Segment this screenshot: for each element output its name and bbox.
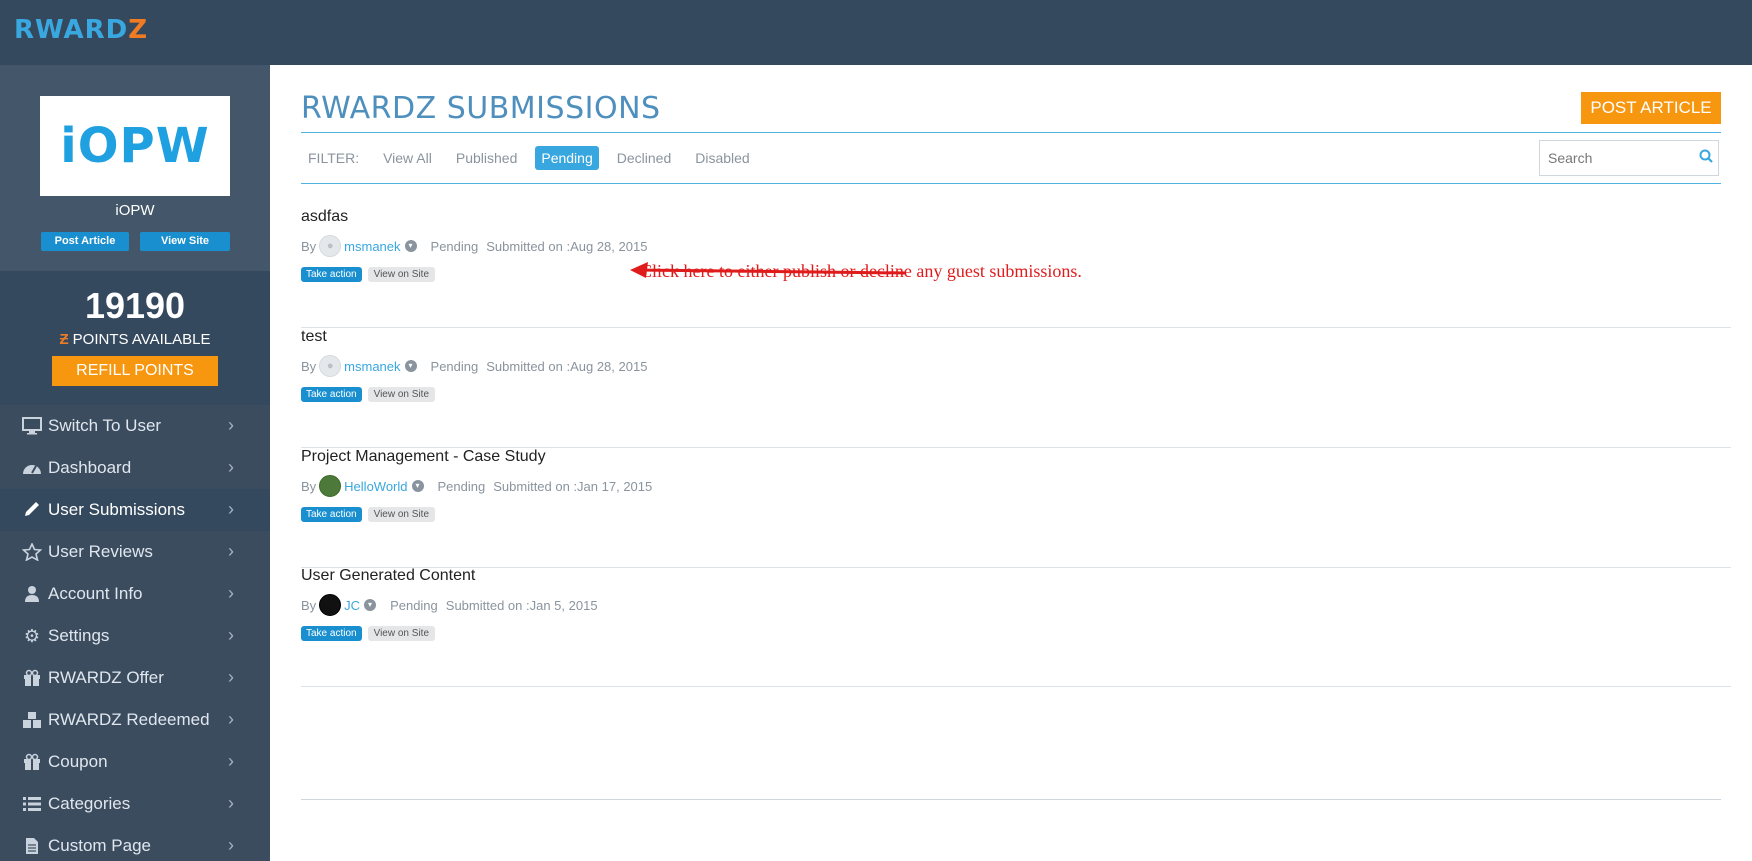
submission-meta: By HelloWorld ▾ Pending Submitted on :Ja…: [301, 475, 652, 497]
chevron-right-icon: ›: [228, 541, 234, 561]
annotation-text: Click here to either publish or decline …: [640, 261, 1082, 281]
submission-meta: By JC ▾ Pending Submitted on :Jan 5, 201…: [301, 594, 598, 616]
top-bar: RWARD Z: [0, 0, 1752, 65]
sidebar-item-label: Switch To User: [48, 416, 162, 435]
pencil-icon: [20, 501, 44, 519]
sidebar-item-categories[interactable]: Categories ›: [0, 783, 270, 825]
refill-points-button[interactable]: REFILL POINTS: [52, 356, 218, 386]
list-icon: [20, 795, 44, 813]
file-icon: [20, 837, 44, 855]
sidebar-item-rwardz-offer[interactable]: RWARDZ Offer ›: [0, 657, 270, 699]
author-link[interactable]: HelloWorld: [344, 479, 407, 494]
sidebar-item-label: RWARDZ Offer: [48, 668, 164, 687]
gear-icon: ⚙: [23, 625, 41, 646]
sidebar-item-label: User Reviews: [48, 542, 153, 561]
brand-name: iOPW: [115, 202, 155, 219]
submission-item: User Generated Content By JC ▾ Pending S…: [301, 567, 1731, 687]
by-label: By: [301, 478, 317, 494]
search-input[interactable]: [1548, 150, 1693, 166]
search-box: [1539, 140, 1719, 176]
view-on-site-button[interactable]: View on Site: [367, 387, 435, 402]
points-panel: 19190 Ƶ POINTS AVAILABLE REFILL POINTS: [0, 271, 270, 405]
submitted-date: Submitted on :Jan 17, 2015: [493, 478, 653, 494]
dashboard-icon: [20, 459, 44, 477]
sidebar-item-custom-page[interactable]: Custom Page ›: [0, 825, 270, 861]
sidebar-item-rwardz-redeemed[interactable]: RWARDZ Redeemed ›: [0, 699, 270, 741]
chevron-right-icon: ›: [228, 415, 234, 435]
points-label-row: Ƶ POINTS AVAILABLE: [0, 331, 270, 348]
user-icon: [20, 585, 44, 603]
gift-icon: [20, 753, 44, 771]
logo-text: RWARD: [14, 15, 129, 45]
sidebar-item-label: Account Info: [48, 584, 143, 603]
chevron-right-icon: ›: [228, 835, 234, 855]
chevron-right-icon: ›: [228, 751, 234, 771]
view-on-site-button[interactable]: View on Site: [367, 626, 435, 641]
by-label: By: [301, 597, 317, 613]
sidebar-item-user-reviews[interactable]: User Reviews ›: [0, 531, 270, 573]
author-link[interactable]: JC: [344, 598, 360, 613]
sidebar-item-coupon[interactable]: Coupon ›: [0, 741, 270, 783]
search-icon[interactable]: [1699, 149, 1713, 166]
profile-panel: iOPW iOPW Post Article View Site: [0, 65, 270, 271]
chevron-right-icon: ›: [228, 793, 234, 813]
chevron-down-icon[interactable]: ▾: [411, 480, 424, 492]
gift-icon: [20, 669, 44, 687]
sidebar-item-label: User Submissions: [48, 500, 185, 519]
chevron-right-icon: ›: [228, 625, 234, 645]
take-action-button[interactable]: Take action: [301, 507, 362, 522]
status-text: Pending: [390, 597, 438, 613]
brand-logo-text: iOPW: [60, 118, 210, 174]
monitor-icon: [20, 417, 44, 435]
chevron-right-icon: ›: [228, 457, 234, 477]
sidebar-item-user-submissions[interactable]: User Submissions ›: [0, 489, 270, 531]
points-value: 19190: [84, 285, 186, 326]
sidebar-item-settings[interactable]: ⚙ Settings ›: [0, 615, 270, 657]
submitted-date: Submitted on :Jan 5, 2015: [445, 597, 598, 613]
sidebar-item-label: RWARDZ Redeemed: [48, 710, 210, 729]
sidebar-view-site-button[interactable]: View Site: [140, 232, 230, 251]
sidebar-post-article-button[interactable]: Post Article: [41, 232, 129, 251]
sidebar-item-label: Dashboard: [48, 458, 132, 477]
rwardz-logo[interactable]: RWARD Z: [14, 14, 147, 46]
chevron-right-icon: ›: [228, 667, 234, 687]
chevron-right-icon: ›: [228, 583, 234, 603]
sidebar-item-account-info[interactable]: Account Info ›: [0, 573, 270, 615]
sidebar-item-dashboard[interactable]: Dashboard ›: [0, 447, 270, 489]
post-article-button[interactable]: POST ARTICLE: [1581, 92, 1721, 124]
submission-item: Project Management - Case Study By Hello…: [301, 448, 1731, 568]
submission-title[interactable]: Project Management - Case Study: [301, 448, 546, 466]
divider: [301, 799, 1721, 800]
submission-title[interactable]: User Generated Content: [301, 567, 475, 585]
sidebar-item-label: Categories: [48, 794, 131, 813]
view-on-site-button[interactable]: View on Site: [367, 507, 435, 522]
sidebar-item-switch-to-user[interactable]: Switch To User ›: [0, 405, 270, 447]
brand-logo: iOPW: [40, 96, 230, 196]
logo-z: Z: [128, 15, 148, 45]
sidebar-item-label: Coupon: [48, 752, 108, 771]
sidebar-item-label: Custom Page: [48, 836, 151, 855]
avatar: [319, 594, 342, 616]
star-icon: [20, 543, 44, 561]
avatar: [319, 475, 342, 497]
sidebar-nav: Switch To User › Dashboard › User Submis…: [0, 405, 270, 861]
rwardz-z-icon: Ƶ: [59, 331, 69, 348]
sidebar: iOPW iOPW Post Article View Site 19190 Ƶ…: [0, 65, 270, 861]
take-action-button[interactable]: Take action: [301, 387, 362, 402]
annotation-arrow: [630, 262, 907, 278]
status-text: Pending: [437, 478, 486, 494]
chevron-right-icon: ›: [228, 709, 234, 729]
chevron-down-icon[interactable]: ▾: [364, 599, 377, 611]
points-label: POINTS AVAILABLE: [72, 331, 211, 348]
sidebar-item-label: Settings: [48, 626, 110, 645]
take-action-button[interactable]: Take action: [301, 626, 362, 641]
cubes-icon: [20, 711, 44, 729]
main-content: RWARDZ SUBMISSIONS POST ARTICLE FILTER: …: [270, 65, 1752, 861]
chevron-right-icon: ›: [228, 499, 234, 519]
